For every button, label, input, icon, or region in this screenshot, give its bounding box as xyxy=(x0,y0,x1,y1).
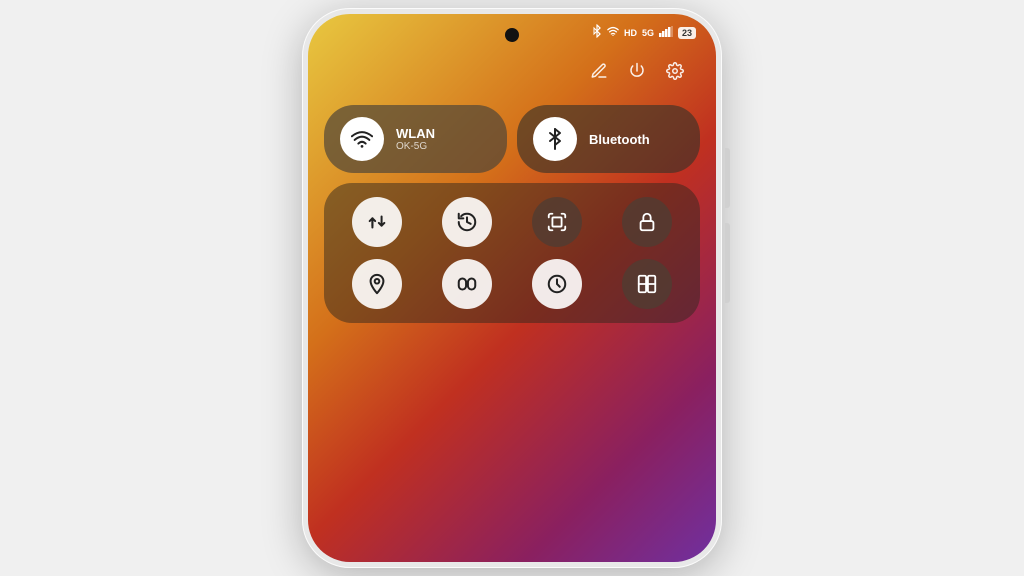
camera-hole xyxy=(505,28,519,42)
screenshot-icon-circle xyxy=(532,197,582,247)
multi-window-icon-circle xyxy=(622,259,672,309)
clock-tile[interactable] xyxy=(518,259,596,309)
location-tile[interactable] xyxy=(338,259,416,309)
bluetooth-text: Bluetooth xyxy=(589,132,650,147)
wlan-icon-circle xyxy=(340,117,384,161)
battery-badge: 23 xyxy=(678,27,696,39)
power-icon[interactable] xyxy=(628,62,646,85)
wlan-text: WLAN OK-5G xyxy=(396,126,435,152)
status-bar: HD 5G 23 xyxy=(592,24,696,41)
pencil-icon[interactable] xyxy=(590,62,608,85)
settings-icon[interactable] xyxy=(666,62,684,85)
data-transfer-icon-circle xyxy=(352,197,402,247)
dolby-tile[interactable] xyxy=(428,259,506,309)
wlan-tile[interactable]: WLAN OK-5G xyxy=(324,105,507,173)
multi-window-tile[interactable] xyxy=(608,259,686,309)
location-icon-circle xyxy=(352,259,402,309)
lock-icon-circle xyxy=(622,197,672,247)
tiles-container: WLAN OK-5G Bluetooth xyxy=(324,105,700,323)
hd-icon: HD xyxy=(624,28,637,38)
bluetooth-title: Bluetooth xyxy=(589,132,650,147)
data-transfer-tile[interactable] xyxy=(338,197,416,247)
sync-icon-circle xyxy=(442,197,492,247)
edit-row xyxy=(324,54,700,101)
screenshot-tile[interactable] xyxy=(518,197,596,247)
power-button[interactable] xyxy=(725,148,730,208)
wlan-subtitle: OK-5G xyxy=(396,141,435,152)
signal-icon xyxy=(659,26,673,40)
wifi-status-icon xyxy=(607,26,619,39)
top-tiles-row: WLAN OK-5G Bluetooth xyxy=(324,105,700,173)
dolby-icon-circle xyxy=(442,259,492,309)
quick-settings-panel: WLAN OK-5G Bluetooth xyxy=(308,14,716,562)
bluetooth-tile[interactable]: Bluetooth xyxy=(517,105,700,173)
clock-icon-circle xyxy=(532,259,582,309)
bluetooth-icon-circle xyxy=(533,117,577,161)
phone-screen: HD 5G 23 xyxy=(308,14,716,562)
bottom-tiles-grid xyxy=(324,183,700,323)
lock-rotation-tile[interactable] xyxy=(608,197,686,247)
sync-tile[interactable] xyxy=(428,197,506,247)
volume-button[interactable] xyxy=(725,223,730,303)
5g-icon: 5G xyxy=(642,28,654,38)
phone-frame: HD 5G 23 xyxy=(302,8,722,568)
wlan-title: WLAN xyxy=(396,126,435,141)
bluetooth-status-icon xyxy=(592,24,602,41)
